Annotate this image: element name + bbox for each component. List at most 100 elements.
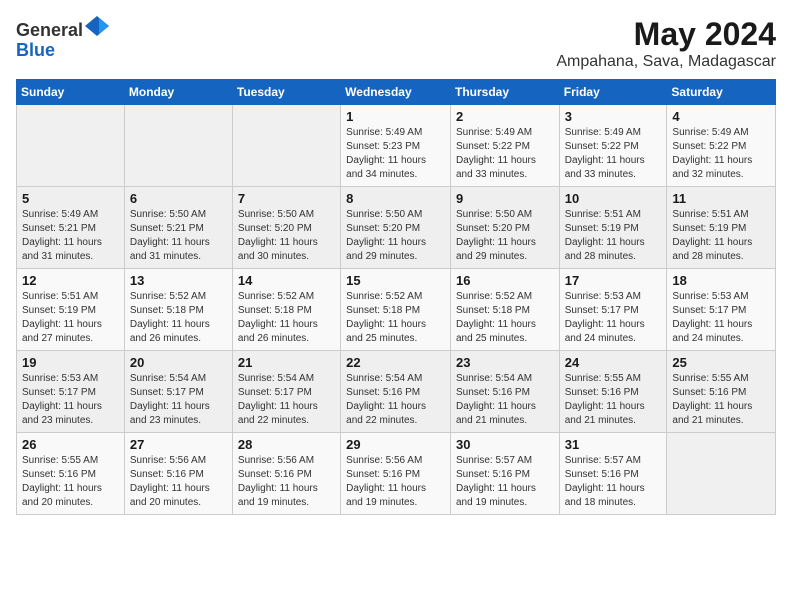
calendar-day-cell: 3 Sunrise: 5:49 AM Sunset: 5:22 PM Daylig… <box>559 105 667 187</box>
weekday-header: Friday <box>559 80 667 105</box>
day-number: 1 <box>346 109 445 124</box>
location-title: Ampahana, Sava, Madagascar <box>556 53 776 71</box>
day-number: 25 <box>672 355 770 370</box>
day-number: 12 <box>22 273 119 288</box>
day-number: 23 <box>456 355 554 370</box>
day-info: Sunrise: 5:56 AM Sunset: 5:16 PM Dayligh… <box>238 454 335 510</box>
day-info: Sunrise: 5:51 AM Sunset: 5:19 PM Dayligh… <box>22 290 119 346</box>
day-number: 5 <box>22 191 119 206</box>
calendar-day-cell: 11Sunrise: 5:51 AM Sunset: 5:19 PM Dayli… <box>667 187 776 269</box>
calendar-day-cell <box>124 105 232 187</box>
logo-general-text: General <box>16 20 83 40</box>
calendar-day-cell <box>17 105 125 187</box>
day-info: Sunrise: 5:49 AM Sunset: 5:21 PM Dayligh… <box>22 208 119 264</box>
day-number: 20 <box>130 355 227 370</box>
day-info: Sunrise: 5:49 AM Sunset: 5:22 PM Dayligh… <box>565 126 662 182</box>
weekday-header: Wednesday <box>341 80 451 105</box>
day-info: Sunrise: 5:52 AM Sunset: 5:18 PM Dayligh… <box>456 290 554 346</box>
calendar-week-row: 5 Sunrise: 5:49 AM Sunset: 5:21 PM Daylig… <box>17 187 776 269</box>
calendar-day-cell: 19Sunrise: 5:53 AM Sunset: 5:17 PM Dayli… <box>17 351 125 433</box>
day-info: Sunrise: 5:55 AM Sunset: 5:16 PM Dayligh… <box>672 372 770 428</box>
weekday-header: Monday <box>124 80 232 105</box>
day-number: 2 <box>456 109 554 124</box>
day-number: 13 <box>130 273 227 288</box>
calendar-day-cell: 29 Sunrise: 5:56 AM Sunset: 5:16 PM Dayli… <box>341 433 451 515</box>
calendar-day-cell: 17Sunrise: 5:53 AM Sunset: 5:17 PM Dayli… <box>559 269 667 351</box>
day-info: Sunrise: 5:56 AM Sunset: 5:16 PM Dayligh… <box>130 454 227 510</box>
calendar-day-cell <box>232 105 340 187</box>
day-info: Sunrise: 5:57 AM Sunset: 5:16 PM Dayligh… <box>565 454 662 510</box>
day-info: Sunrise: 5:56 AM Sunset: 5:16 PM Dayligh… <box>346 454 445 510</box>
page-header: General Blue May 2024 Ampahana, Sava, Ma… <box>16 16 776 71</box>
day-number: 21 <box>238 355 335 370</box>
calendar-day-cell: 30 Sunrise: 5:57 AM Sunset: 5:16 PM Dayli… <box>450 433 559 515</box>
day-info: Sunrise: 5:50 AM Sunset: 5:20 PM Dayligh… <box>346 208 445 264</box>
day-number: 27 <box>130 437 227 452</box>
calendar-day-cell: 6Sunrise: 5:50 AM Sunset: 5:21 PM Daylig… <box>124 187 232 269</box>
calendar-day-cell: 20 Sunrise: 5:54 AM Sunset: 5:17 PM Dayli… <box>124 351 232 433</box>
calendar-week-row: 12 Sunrise: 5:51 AM Sunset: 5:19 PM Dayli… <box>17 269 776 351</box>
day-number: 11 <box>672 191 770 206</box>
day-number: 4 <box>672 109 770 124</box>
day-info: Sunrise: 5:53 AM Sunset: 5:17 PM Dayligh… <box>565 290 662 346</box>
calendar-day-cell: 31 Sunrise: 5:57 AM Sunset: 5:16 PM Dayli… <box>559 433 667 515</box>
calendar-day-cell: 23 Sunrise: 5:54 AM Sunset: 5:16 PM Dayli… <box>450 351 559 433</box>
calendar-day-cell: 24 Sunrise: 5:55 AM Sunset: 5:16 PM Dayli… <box>559 351 667 433</box>
day-info: Sunrise: 5:51 AM Sunset: 5:19 PM Dayligh… <box>565 208 662 264</box>
calendar-day-cell: 21 Sunrise: 5:54 AM Sunset: 5:17 PM Dayli… <box>232 351 340 433</box>
calendar-week-row: 19Sunrise: 5:53 AM Sunset: 5:17 PM Dayli… <box>17 351 776 433</box>
calendar-day-cell: 10 Sunrise: 5:51 AM Sunset: 5:19 PM Dayli… <box>559 187 667 269</box>
weekday-header: Thursday <box>450 80 559 105</box>
title-block: May 2024 Ampahana, Sava, Madagascar <box>556 16 776 71</box>
day-number: 29 <box>346 437 445 452</box>
calendar-day-cell: 26 Sunrise: 5:55 AM Sunset: 5:16 PM Dayli… <box>17 433 125 515</box>
month-title: May 2024 <box>556 16 776 53</box>
day-number: 18 <box>672 273 770 288</box>
day-number: 26 <box>22 437 119 452</box>
day-number: 31 <box>565 437 662 452</box>
day-info: Sunrise: 5:50 AM Sunset: 5:20 PM Dayligh… <box>456 208 554 264</box>
calendar-day-cell: 28 Sunrise: 5:56 AM Sunset: 5:16 PM Dayli… <box>232 433 340 515</box>
day-number: 30 <box>456 437 554 452</box>
day-info: Sunrise: 5:54 AM Sunset: 5:17 PM Dayligh… <box>238 372 335 428</box>
day-number: 14 <box>238 273 335 288</box>
calendar-day-cell: 27 Sunrise: 5:56 AM Sunset: 5:16 PM Dayli… <box>124 433 232 515</box>
weekday-header: Saturday <box>667 80 776 105</box>
calendar-day-cell: 15 Sunrise: 5:52 AM Sunset: 5:18 PM Dayli… <box>341 269 451 351</box>
day-info: Sunrise: 5:50 AM Sunset: 5:20 PM Dayligh… <box>238 208 335 264</box>
day-info: Sunrise: 5:50 AM Sunset: 5:21 PM Dayligh… <box>130 208 227 264</box>
weekday-header: Sunday <box>17 80 125 105</box>
day-info: Sunrise: 5:52 AM Sunset: 5:18 PM Dayligh… <box>238 290 335 346</box>
calendar-week-row: 26 Sunrise: 5:55 AM Sunset: 5:16 PM Dayli… <box>17 433 776 515</box>
calendar-day-cell: 13Sunrise: 5:52 AM Sunset: 5:18 PM Dayli… <box>124 269 232 351</box>
day-info: Sunrise: 5:55 AM Sunset: 5:16 PM Dayligh… <box>22 454 119 510</box>
day-info: Sunrise: 5:54 AM Sunset: 5:16 PM Dayligh… <box>346 372 445 428</box>
calendar-day-cell: 18 Sunrise: 5:53 AM Sunset: 5:17 PM Dayli… <box>667 269 776 351</box>
day-number: 10 <box>565 191 662 206</box>
day-info: Sunrise: 5:53 AM Sunset: 5:17 PM Dayligh… <box>672 290 770 346</box>
day-info: Sunrise: 5:52 AM Sunset: 5:18 PM Dayligh… <box>346 290 445 346</box>
day-number: 24 <box>565 355 662 370</box>
day-info: Sunrise: 5:55 AM Sunset: 5:16 PM Dayligh… <box>565 372 662 428</box>
logo-blue-text: Blue <box>16 40 55 60</box>
day-info: Sunrise: 5:53 AM Sunset: 5:17 PM Dayligh… <box>22 372 119 428</box>
calendar-day-cell: 4Sunrise: 5:49 AM Sunset: 5:22 PM Daylig… <box>667 105 776 187</box>
calendar-day-cell: 2Sunrise: 5:49 AM Sunset: 5:22 PM Daylig… <box>450 105 559 187</box>
calendar-week-row: 1 Sunrise: 5:49 AM Sunset: 5:23 PM Daylig… <box>17 105 776 187</box>
day-info: Sunrise: 5:49 AM Sunset: 5:23 PM Dayligh… <box>346 126 445 182</box>
calendar-day-cell: 22 Sunrise: 5:54 AM Sunset: 5:16 PM Dayli… <box>341 351 451 433</box>
day-number: 3 <box>565 109 662 124</box>
calendar-day-cell: 12 Sunrise: 5:51 AM Sunset: 5:19 PM Dayli… <box>17 269 125 351</box>
calendar-day-cell: 8Sunrise: 5:50 AM Sunset: 5:20 PM Daylig… <box>341 187 451 269</box>
day-number: 22 <box>346 355 445 370</box>
day-info: Sunrise: 5:57 AM Sunset: 5:16 PM Dayligh… <box>456 454 554 510</box>
calendar-day-cell <box>667 433 776 515</box>
day-number: 16 <box>456 273 554 288</box>
day-info: Sunrise: 5:54 AM Sunset: 5:17 PM Dayligh… <box>130 372 227 428</box>
calendar-day-cell: 1 Sunrise: 5:49 AM Sunset: 5:23 PM Daylig… <box>341 105 451 187</box>
day-number: 28 <box>238 437 335 452</box>
logo: General Blue <box>16 16 109 61</box>
weekday-header: Tuesday <box>232 80 340 105</box>
day-number: 15 <box>346 273 445 288</box>
day-info: Sunrise: 5:54 AM Sunset: 5:16 PM Dayligh… <box>456 372 554 428</box>
